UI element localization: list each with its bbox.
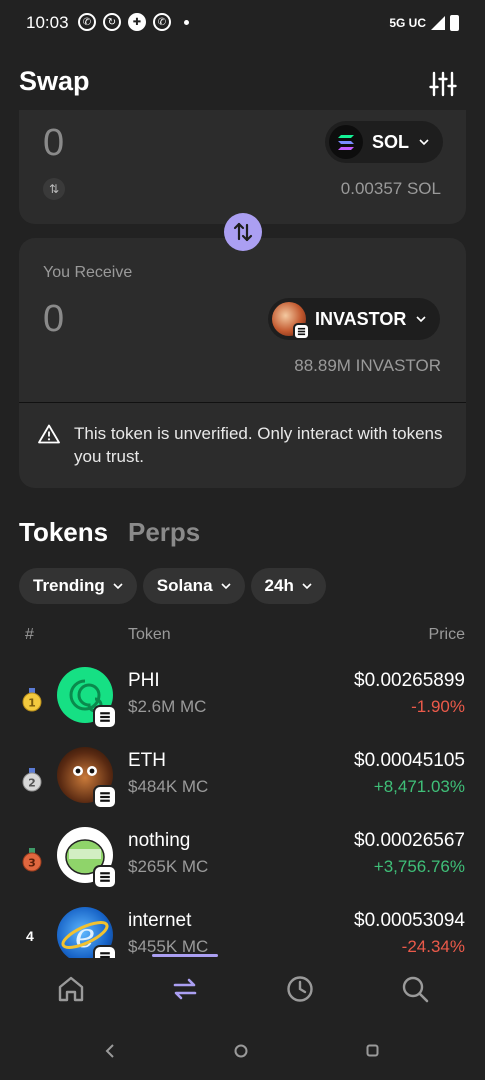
token-name: nothing — [128, 830, 191, 851]
token-change: -1.90% — [411, 697, 465, 716]
column-price: Price — [428, 626, 465, 643]
rank-number: 2 — [28, 777, 36, 790]
receive-token-selector[interactable]: INVASTOR — [268, 298, 441, 340]
receive-token-name: INVASTOR — [315, 308, 407, 329]
more-notifications-icon — [184, 19, 189, 25]
tab-perps[interactable]: Perps — [128, 517, 200, 548]
chevron-down-icon — [113, 583, 123, 590]
token-row[interactable]: 2 ETH $484K MC $0.00045105 +8,471.03% — [0, 740, 485, 820]
rank-number: 3 — [28, 857, 36, 870]
sliders-icon[interactable] — [429, 70, 457, 98]
rank-number: 4 — [26, 928, 34, 944]
receive-label: You Receive — [43, 264, 133, 281]
warning-triangle-icon — [38, 424, 60, 444]
divider — [19, 402, 466, 403]
page-title: Swap — [19, 66, 90, 96]
period-filter[interactable]: 24h — [250, 568, 326, 604]
recents-icon[interactable] — [366, 1044, 379, 1057]
token-name: ETH — [128, 750, 166, 771]
bottom-nav — [0, 958, 485, 1022]
status-right: 5G UC — [389, 15, 459, 31]
notification-icons: ✆ ↻ ✚ ✆ — [78, 13, 189, 31]
unverified-warning: This token is unverified. Only interact … — [74, 424, 443, 466]
solana-badge-icon — [93, 705, 117, 729]
column-rank: # — [25, 626, 34, 643]
token-name: internet — [128, 910, 192, 931]
solana-badge-icon — [93, 785, 117, 809]
token-price: $0.00045105 — [354, 750, 465, 771]
network-label: 5G UC — [389, 16, 426, 30]
token-change: +3,756.76% — [373, 857, 465, 876]
system-nav-bar — [0, 1022, 485, 1080]
receive-balance: 88.89M INVASTOR — [294, 356, 441, 375]
token-name: PHI — [128, 670, 160, 691]
chain-filter-label: Solana — [156, 576, 213, 595]
rank-number: 1 — [28, 697, 36, 710]
sort-filter[interactable]: Trending — [19, 568, 137, 604]
chain-filter[interactable]: Solana — [142, 568, 245, 604]
token-change: -24.34% — [401, 937, 465, 956]
swap-icon[interactable] — [170, 974, 200, 1004]
chevron-down-icon — [220, 583, 231, 590]
sell-amount-input[interactable]: 0 — [43, 122, 64, 165]
status-bar: 10:03 ✆ ↻ ✚ ✆ 5G UC — [0, 0, 485, 46]
bronze-medal-icon: 3 — [22, 848, 42, 872]
sell-balance: 0.00357 SOL — [340, 179, 441, 198]
game-icon: ✚ — [128, 13, 146, 31]
token-row[interactable]: 4 e internet $455K MC $0.00053094 -24.34… — [0, 900, 485, 958]
token-row[interactable]: 1 PHI $2.6M MC $0.00265899 -1.90% — [0, 660, 485, 740]
solana-badge-icon — [93, 945, 117, 958]
signal-icon — [431, 16, 445, 30]
invastor-logo-icon — [272, 302, 310, 340]
token-market-cap: $265K MC — [128, 857, 209, 876]
back-icon[interactable] — [104, 1044, 116, 1058]
solana-badge-icon — [93, 865, 117, 889]
sol-logo-icon — [329, 125, 363, 159]
battery-icon — [450, 15, 459, 31]
solana-badge-icon — [293, 323, 310, 340]
tab-tokens[interactable]: Tokens — [19, 517, 108, 548]
silver-medal-icon: 2 — [22, 768, 42, 792]
home-icon[interactable] — [56, 974, 86, 1004]
status-time: 10:03 — [26, 13, 69, 32]
sell-token-name: SOL — [372, 131, 410, 152]
switch-units-icon[interactable]: ⇅ — [43, 178, 65, 200]
gold-medal-icon: 1 — [22, 688, 42, 712]
token-price: $0.00265899 — [354, 670, 465, 691]
token-market-cap: $484K MC — [128, 777, 209, 796]
whatsapp-icon: ✆ — [153, 13, 171, 31]
active-tab-indicator — [152, 954, 218, 957]
token-row[interactable]: 3 nothing $265K MC $0.00026567 +3,756.76… — [0, 820, 485, 900]
history-icon[interactable] — [285, 974, 315, 1004]
chevron-down-icon — [302, 583, 312, 590]
filter-row: Trending Solana 24h — [19, 568, 326, 604]
whatsapp-icon: ✆ — [78, 13, 96, 31]
svg-text:e: e — [75, 916, 95, 956]
token-change: +8,471.03% — [373, 777, 465, 796]
chevron-down-icon — [416, 316, 426, 323]
chevron-down-icon — [419, 139, 429, 146]
token-price: $0.00026567 — [354, 830, 465, 851]
column-token: Token — [128, 626, 171, 643]
token-market-cap: $2.6M MC — [128, 697, 207, 716]
search-icon[interactable] — [400, 974, 430, 1004]
receive-amount: 0 — [43, 298, 65, 340]
home-button-icon[interactable] — [234, 1044, 248, 1058]
token-price: $0.00053094 — [354, 910, 465, 931]
sort-filter-label: Trending — [33, 576, 105, 595]
arrows-updown-icon — [233, 222, 253, 242]
period-filter-label: 24h — [264, 576, 294, 595]
sync-icon: ↻ — [103, 13, 121, 31]
sell-token-selector[interactable]: SOL — [325, 121, 444, 163]
flip-tokens-button[interactable] — [224, 213, 262, 251]
